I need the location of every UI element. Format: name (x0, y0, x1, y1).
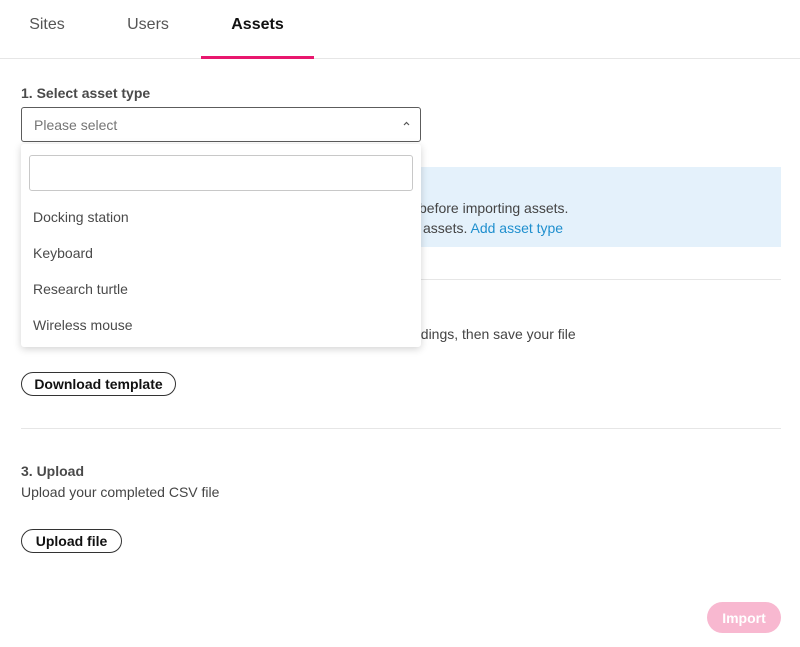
step3-title: 3. Upload (21, 463, 85, 479)
import-button[interactable]: Import (707, 602, 781, 633)
tab-assets[interactable]: Assets (201, 0, 314, 59)
dropdown-option[interactable]: Research turtle (21, 271, 421, 307)
asset-import-page: Sites Users Assets 1. Select asset type … (0, 0, 800, 647)
tab-users[interactable]: Users (96, 0, 200, 58)
download-template-button[interactable]: Download template (21, 372, 176, 396)
info-text-line1: before importing assets. (419, 200, 569, 216)
dropdown-search-input[interactable] (29, 155, 413, 191)
upload-description: Upload your completed CSV file (21, 484, 220, 500)
chevron-up-icon (403, 121, 410, 126)
dropdown-option[interactable]: Docking station (21, 199, 421, 235)
tab-sites[interactable]: Sites (0, 0, 94, 58)
upload-file-button[interactable]: Upload file (21, 529, 122, 553)
divider (21, 428, 781, 429)
select-placeholder: Please select (34, 117, 118, 133)
dropdown-option[interactable]: Wireless mouse (21, 307, 421, 343)
add-asset-type-link[interactable]: Add asset type (470, 220, 563, 236)
info-text-line2: assets. (423, 220, 468, 236)
step1-title: 1. Select asset type (21, 85, 151, 101)
step2-description: adings, then save your file (413, 326, 576, 342)
asset-type-dropdown: Docking station Keyboard Research turtle… (21, 144, 421, 347)
asset-type-select[interactable]: Please select (21, 107, 421, 142)
dropdown-option[interactable]: Keyboard (21, 235, 421, 271)
tab-bar: Sites Users Assets (0, 0, 800, 59)
